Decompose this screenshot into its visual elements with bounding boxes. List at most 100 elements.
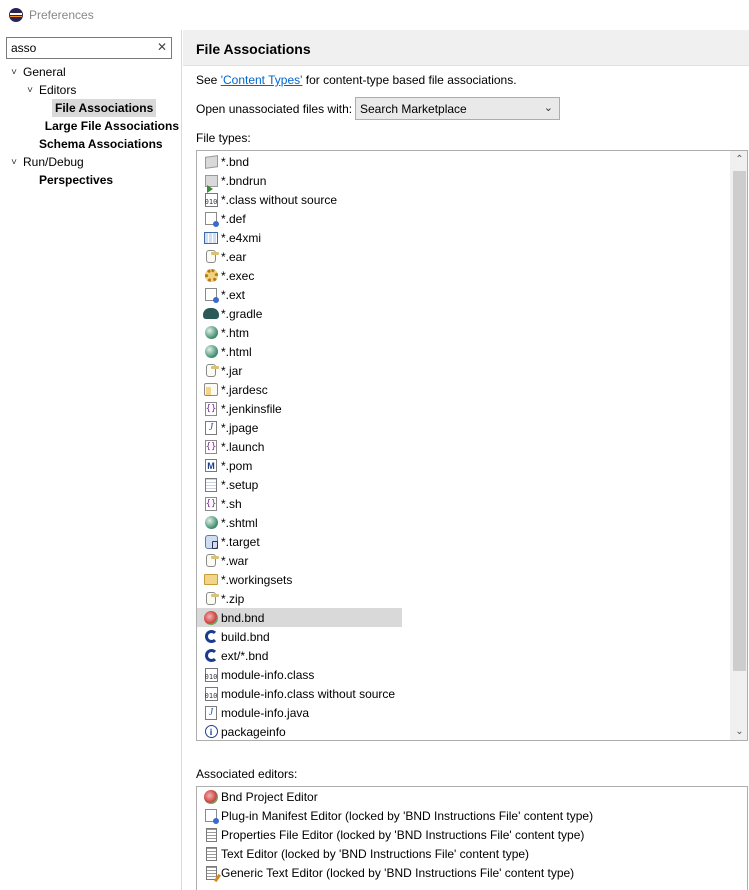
associated-editor-row[interactable]: Generic Text Editor (locked by 'BND Inst… [197,863,747,882]
content-types-link[interactable]: 'Content Types' [221,73,303,87]
file-type-label: *.ear [221,249,247,264]
tree-item-label: Run/Debug [23,155,84,169]
open-unassociated-value: Search Marketplace [360,101,467,116]
info-icon: i [203,724,219,740]
filter-input[interactable] [7,38,147,58]
file-type-row[interactable]: *.jardesc [197,380,730,399]
associated-editor-label: Plug-in Manifest Editor (locked by 'BND … [221,808,594,823]
file-type-label: *.setup [221,477,259,492]
tree-item[interactable]: Perspectives [0,171,182,189]
file-type-label: *.bnd [221,154,250,169]
file-type-row[interactable]: i packageinfo [197,722,730,740]
file-type-row[interactable]: {} *.launch [197,437,730,456]
bndrun-icon [203,173,219,193]
file-type-label: bnd.bnd [221,610,265,625]
globe-icon [203,325,219,341]
file-type-row[interactable]: *.workingsets [197,570,730,589]
class-file-icon: 010 [203,686,219,702]
tree-item-label: File Associations [52,99,157,117]
file-type-row[interactable]: ext/*.bnd [197,646,730,665]
class-file-icon: 010 [203,667,219,683]
file-type-label: ext/*.bnd [221,648,269,663]
associated-editor-label: Text Editor (locked by 'BND Instructions… [221,846,530,861]
file-type-row[interactable]: *.war [197,551,730,570]
associated-editor-row[interactable]: Bnd Project Editor [197,787,747,806]
file-type-label: *.pom [221,458,253,473]
window-title: Preferences [29,8,94,22]
tree-item-label: General [23,65,66,79]
chevron-down-icon[interactable]: ˅ [8,156,20,168]
open-unassociated-select[interactable]: Search Marketplace ⌄ [355,97,560,120]
associated-editor-label: Generic Text Editor (locked by 'BND Inst… [221,865,575,880]
page-header: File Associations [183,30,749,66]
chevron-down-icon[interactable]: ˅ [8,66,20,78]
hint-suffix: for content-type based file associations… [302,73,517,87]
file-types-scrollbar[interactable]: ⌃ ⌄ [730,151,747,740]
filter-field[interactable]: ✕ [6,37,172,59]
associated-editor-row[interactable]: Text Editor (locked by 'BND Instructions… [197,844,747,863]
jar-icon [203,249,219,265]
tree-item[interactable]: Large File Associations [0,117,182,135]
associated-editors-list[interactable]: Bnd Project Editor Plug-in Manifest Edito… [196,786,748,890]
associated-editor-row[interactable]: Plug-in Manifest Editor (locked by 'BND … [197,806,747,825]
file-type-row[interactable]: *.bndrun [197,171,730,193]
file-type-label: *.target [221,534,260,549]
file-type-label: *.e4xmi [221,230,262,245]
file-type-row[interactable]: {} *.jenkinsfile [197,399,730,418]
clear-filter-icon[interactable]: ✕ [157,40,167,54]
file-type-row[interactable]: build.bnd [197,627,730,646]
tree-item[interactable]: File Associations [0,99,182,117]
file-type-label: build.bnd [221,629,270,644]
file-type-row[interactable]: 010 module-info.class without source [197,684,730,703]
file-type-row[interactable]: *.exec [197,266,730,285]
file-type-row[interactable]: *.target [197,532,730,551]
file-type-row[interactable]: 010 module-info.class [197,665,730,684]
file-types-list[interactable]: *.bnd *.bndrun 010 *.class without source *.… [196,150,748,741]
file-type-row[interactable]: *.gradle [197,304,730,323]
file-type-row[interactable]: *.zip [197,589,730,608]
file-type-row[interactable]: {} *.sh [197,494,730,513]
java-file-icon: J [203,705,219,721]
braces-icon: {} [205,439,217,454]
page-body: See 'Content Types' for content-type bas… [183,66,749,890]
jar-icon [203,591,219,607]
file-type-label: *.zip [221,591,245,606]
file-type-row[interactable]: J *.jpage [197,418,730,437]
tree-item-label: Schema Associations [39,137,163,151]
file-type-row[interactable]: 010 *.class without source [197,190,730,209]
file-type-label: *.jardesc [221,382,268,397]
tree-item[interactable]: ˅ Editors [0,81,182,99]
scroll-up-icon[interactable]: ⌃ [731,151,747,168]
file-type-row[interactable]: *.def [197,209,730,228]
file-type-row[interactable]: M *.pom [197,456,730,475]
open-unassociated-label: Open unassociated files with: [196,102,353,116]
file-type-row[interactable]: *.shtml [197,513,730,532]
file-type-row[interactable]: *.htm [197,323,730,342]
associated-editor-row[interactable]: Properties File Editor (locked by 'BND I… [197,825,747,844]
tree-item[interactable]: ˅ General [0,63,182,81]
bnd-icon [203,610,219,626]
file-type-row[interactable]: *.ext [197,285,730,304]
scrollbar-thumb[interactable] [733,171,746,671]
file-type-row[interactable]: *.html [197,342,730,361]
file-type-row[interactable]: *.bnd [197,152,730,171]
file-type-row[interactable]: bnd.bnd [197,608,402,627]
file-type-row[interactable]: *.e4xmi [197,228,730,247]
file-type-row[interactable]: *.jar [197,361,730,380]
file-type-row[interactable]: Jmodule-info.java [197,703,730,722]
text-icon [203,827,219,843]
tree-item-label: Large File Associations [44,119,179,133]
chevron-down-icon[interactable]: ˅ [24,84,36,96]
file-type-label: *.htm [221,325,250,340]
tree-item[interactable]: ˅ Run/Debug [0,153,182,171]
braces-icon: {} [205,401,217,416]
tree-item[interactable]: Schema Associations [0,135,182,153]
scroll-down-icon[interactable]: ⌄ [731,723,747,740]
file-type-row[interactable]: *.ear [197,247,730,266]
braces-icon: {} [205,496,217,511]
text-pen-icon [203,865,219,881]
file-type-label: *.jpage [221,420,259,435]
preference-tree-panel: ✕ ˅General˅EditorsFile AssociationsLarge… [0,30,182,890]
file-type-row[interactable]: *.setup [197,475,730,494]
title-bar: Preferences [0,0,749,30]
